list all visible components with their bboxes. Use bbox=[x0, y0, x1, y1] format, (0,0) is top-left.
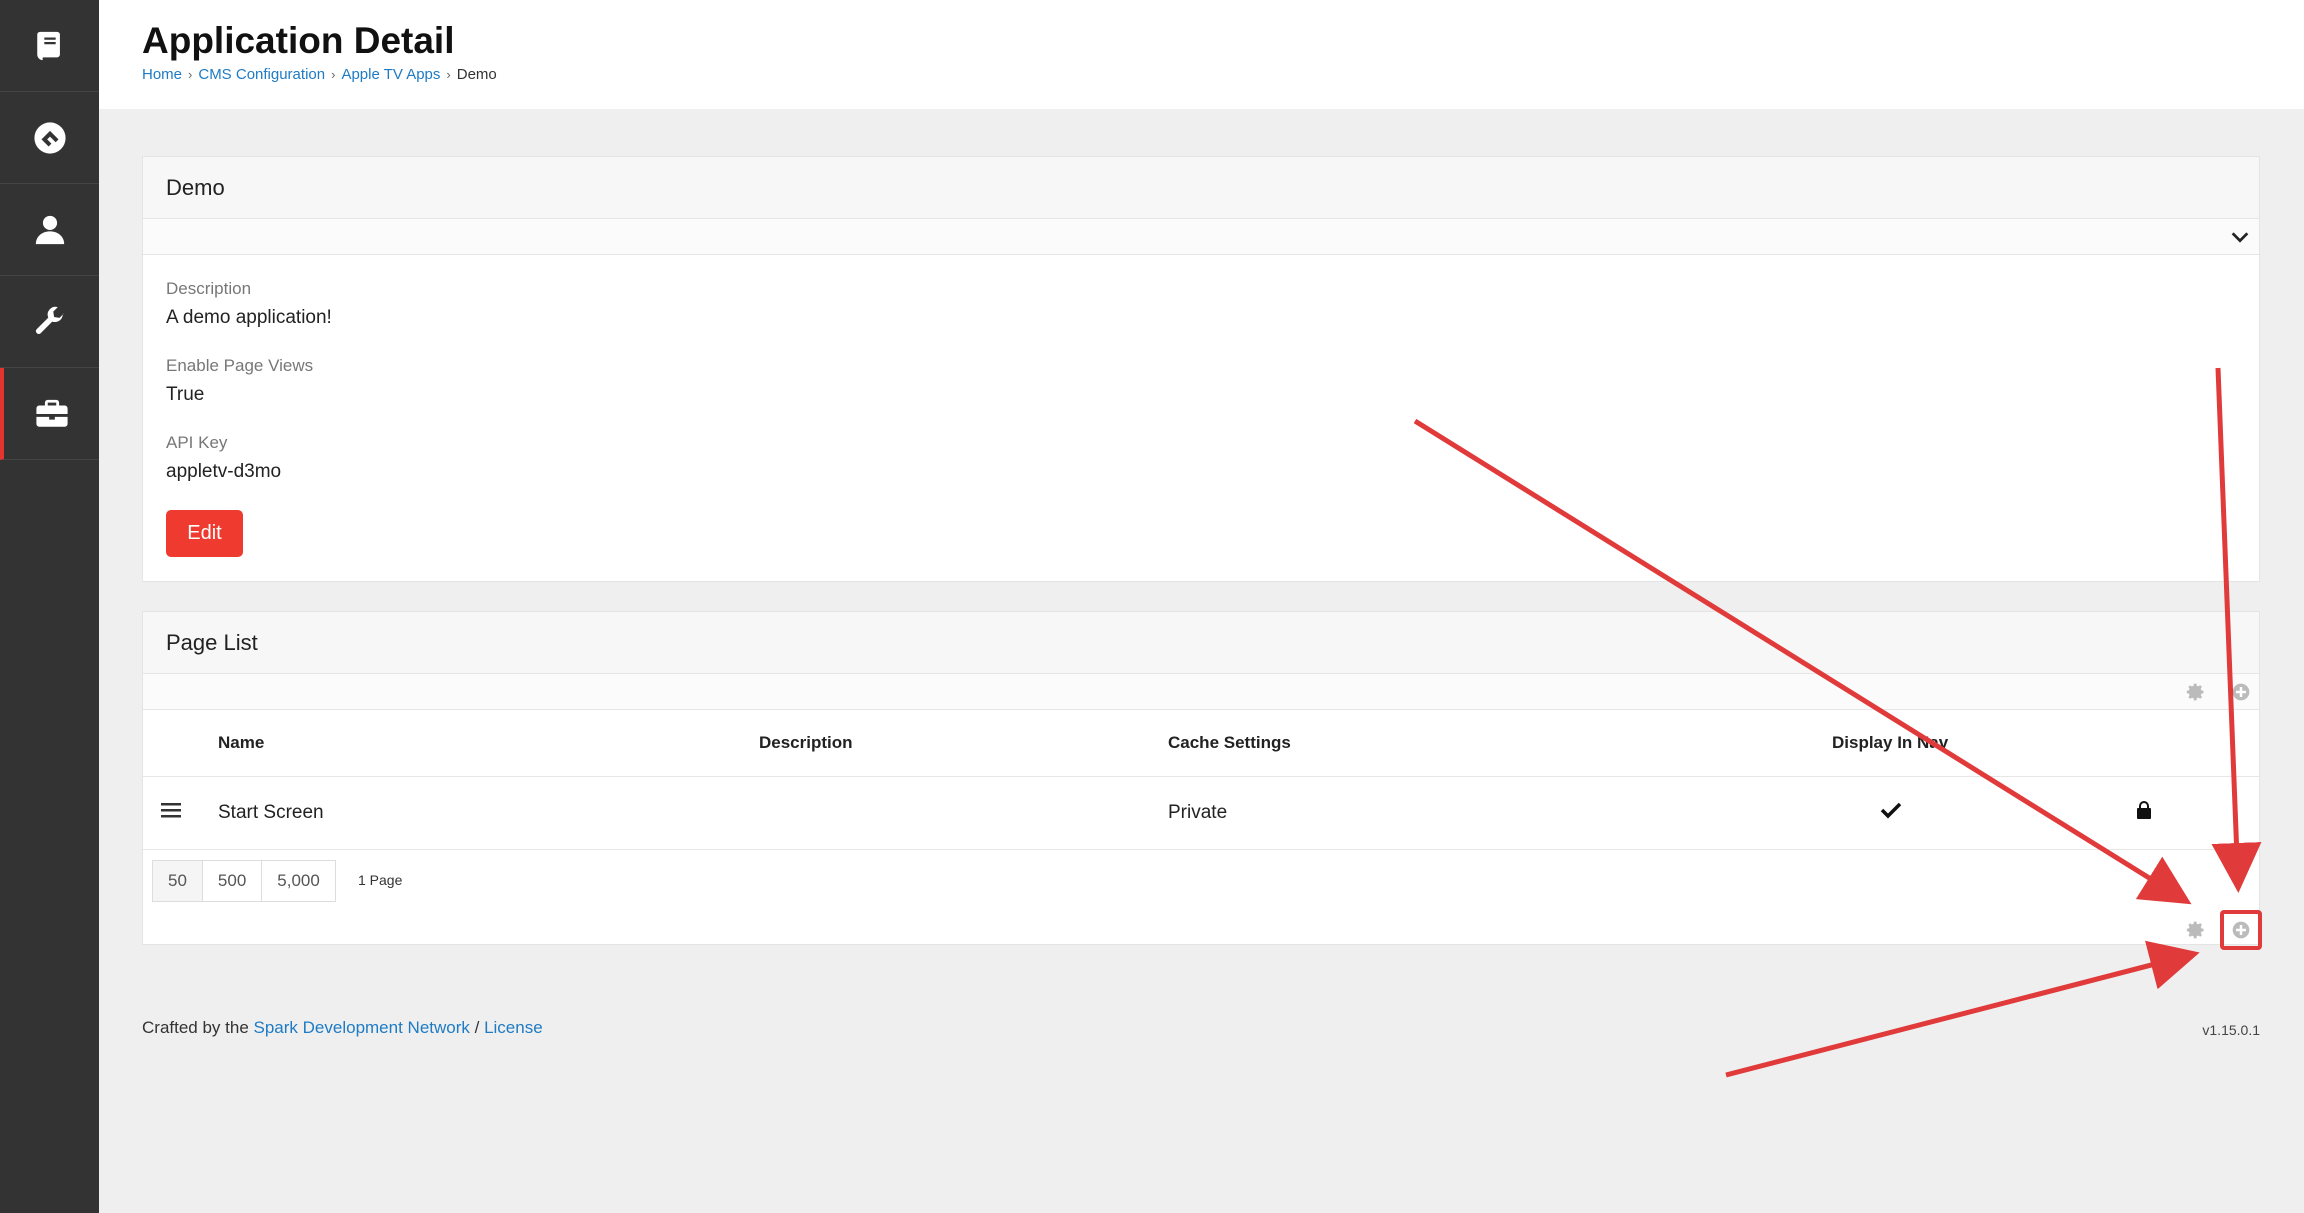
sidebar-item-admin[interactable] bbox=[0, 368, 99, 460]
annotation-highlight-box bbox=[2220, 909, 2262, 950]
breadcrumb: Home › CMS Configuration › Apple TV Apps… bbox=[142, 66, 497, 83]
page-count: 1 Page bbox=[358, 871, 403, 888]
field-label-description: Description bbox=[166, 279, 252, 298]
page-list-table: Name Description Cache Settings Display … bbox=[143, 710, 2259, 850]
column-header-description[interactable]: Description bbox=[759, 710, 1168, 777]
sidebar-item-people[interactable] bbox=[0, 184, 99, 276]
panel-toolbar bbox=[143, 219, 2259, 255]
chevron-right-icon: › bbox=[446, 67, 451, 82]
reorder-handle-icon bbox=[161, 802, 181, 817]
table-row[interactable]: Start Screen Private bbox=[143, 776, 2259, 850]
sidebar bbox=[0, 0, 99, 1213]
sidebar-item-content[interactable] bbox=[0, 0, 99, 92]
cell-cache-settings: Private bbox=[1168, 776, 1832, 850]
column-reorder bbox=[143, 710, 218, 777]
gear-icon[interactable] bbox=[2186, 682, 2206, 702]
footer-prefix: Crafted by the bbox=[142, 1018, 254, 1037]
rock-logo-icon bbox=[33, 121, 66, 154]
add-circle-icon[interactable] bbox=[2231, 682, 2251, 702]
page-size-50[interactable]: 50 bbox=[152, 859, 203, 902]
edit-button[interactable]: Edit bbox=[166, 510, 243, 557]
page-list-panel: Page List Name Description Cache Setting… bbox=[142, 611, 2262, 950]
page-size-500[interactable]: 500 bbox=[201, 859, 263, 902]
column-header-cache-settings[interactable]: Cache Settings bbox=[1168, 710, 1832, 777]
panel-body: Description A demo application! Enable P… bbox=[143, 255, 2259, 581]
cell-description bbox=[759, 776, 1168, 850]
column-header-name[interactable]: Name bbox=[218, 710, 759, 777]
breadcrumb-current: Demo bbox=[456, 66, 497, 83]
wrench-icon bbox=[35, 306, 64, 334]
version-label: v1.15.0.1 bbox=[2202, 1022, 2260, 1038]
breadcrumb-home[interactable]: Home bbox=[142, 66, 182, 83]
footer-separator: / bbox=[469, 1018, 485, 1037]
book-icon bbox=[36, 31, 60, 60]
chevron-down-icon[interactable] bbox=[2229, 226, 2251, 248]
pager: 50 500 5,000 1 Page bbox=[143, 850, 2259, 918]
field-label-enable-page-views: Enable Page Views bbox=[166, 356, 314, 375]
lock-icon bbox=[2137, 800, 2151, 819]
field-label-api-key: API Key bbox=[166, 433, 228, 452]
page-title: Application Detail bbox=[142, 20, 455, 61]
grid-actions-top bbox=[143, 674, 2259, 710]
license-link[interactable]: License bbox=[484, 1018, 543, 1037]
spark-link[interactable]: Spark Development Network bbox=[254, 1018, 470, 1037]
application-detail-panel: Demo Description A demo application! Ena… bbox=[142, 156, 2260, 582]
page-size-5000[interactable]: 5,000 bbox=[261, 859, 336, 902]
page-size-selector: 50 500 5,000 bbox=[152, 859, 336, 902]
column-security bbox=[2092, 710, 2259, 777]
user-icon bbox=[35, 215, 64, 244]
annotation-arrow bbox=[1725, 940, 2200, 1078]
grid-actions-bottom bbox=[143, 909, 2262, 950]
column-header-display-in-nav[interactable]: Display In Nav bbox=[1832, 710, 2092, 777]
chevron-right-icon: › bbox=[331, 67, 336, 82]
breadcrumb-apple-tv-apps[interactable]: Apple TV Apps bbox=[341, 66, 440, 83]
page-header: Application Detail Home › CMS Configurat… bbox=[99, 0, 2304, 109]
table-header-row: Name Description Cache Settings Display … bbox=[143, 710, 2259, 777]
sidebar-item-home[interactable] bbox=[0, 92, 99, 184]
field-value-enable-page-views: True bbox=[166, 384, 205, 405]
breadcrumb-cms-configuration[interactable]: CMS Configuration bbox=[198, 66, 325, 83]
cell-name: Start Screen bbox=[218, 776, 759, 850]
briefcase-icon bbox=[35, 399, 68, 427]
chevron-right-icon: › bbox=[188, 67, 193, 82]
check-icon bbox=[1880, 802, 1902, 818]
panel-title: Page List bbox=[143, 612, 2259, 674]
cell-security[interactable] bbox=[2092, 776, 2259, 850]
page-footer: Crafted by the Spark Development Network… bbox=[142, 1018, 543, 1038]
gear-icon[interactable] bbox=[2186, 920, 2206, 940]
sidebar-item-tools[interactable] bbox=[0, 276, 99, 368]
field-value-api-key: appletv-d3mo bbox=[166, 461, 282, 482]
cell-display-in-nav bbox=[1832, 776, 2092, 850]
field-value-description: A demo application! bbox=[166, 307, 332, 328]
panel-title: Demo bbox=[143, 157, 2259, 219]
reorder-handle[interactable] bbox=[143, 776, 218, 850]
